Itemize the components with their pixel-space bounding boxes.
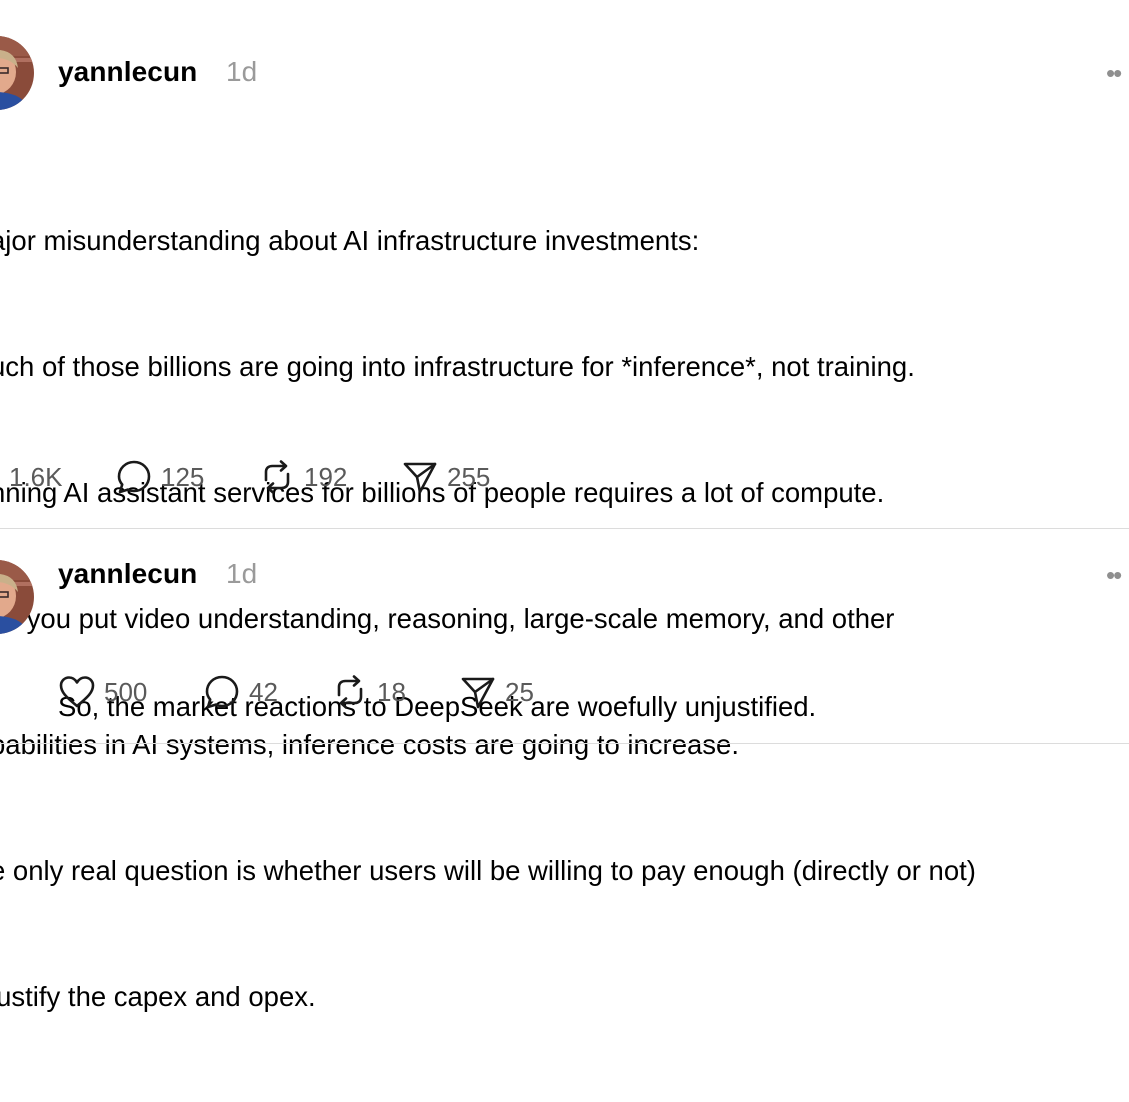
post-divider bbox=[0, 528, 1129, 529]
post-line: uch of those billions are going into inf… bbox=[0, 351, 915, 382]
username[interactable]: yannlecun bbox=[58, 56, 197, 88]
repost-arrows-icon bbox=[331, 673, 369, 711]
like-count: 500 bbox=[104, 676, 148, 707]
repost-button[interactable]: 18 bbox=[331, 672, 406, 712]
avatar-photo bbox=[0, 36, 34, 110]
repost-button[interactable]: 192 bbox=[258, 457, 347, 497]
paper-plane-icon bbox=[401, 458, 439, 496]
post-body: So, the market reactions to DeepSeek are… bbox=[58, 602, 816, 812]
repost-arrows-icon bbox=[258, 458, 296, 496]
paper-plane-icon bbox=[459, 673, 497, 711]
post-line: justify the capex and opex. bbox=[0, 981, 316, 1012]
post-line: ajor misunderstanding about AI infrastru… bbox=[0, 225, 700, 256]
reply-button[interactable]: 42 bbox=[203, 672, 278, 712]
speech-bubble-icon bbox=[115, 458, 153, 496]
more-dots-icon[interactable]: •• bbox=[1106, 58, 1122, 89]
like-count: 1.6K bbox=[9, 461, 63, 492]
repost-count: 192 bbox=[304, 461, 348, 492]
post-line: So, the market reactions to DeepSeek are… bbox=[58, 691, 817, 722]
avatar[interactable] bbox=[0, 36, 34, 110]
post-time: 1d bbox=[226, 558, 258, 589]
speech-bubble-icon bbox=[203, 673, 241, 711]
share-button[interactable]: 25 bbox=[459, 672, 534, 712]
post-line: e only real question is whether users wi… bbox=[0, 855, 976, 886]
heart-icon bbox=[58, 673, 96, 711]
username[interactable]: yannlecun bbox=[58, 558, 197, 590]
repost-count: 18 bbox=[377, 676, 406, 707]
like-button[interactable]: 1.6K bbox=[0, 457, 63, 497]
more-dots-icon[interactable]: •• bbox=[1106, 560, 1122, 591]
reply-button[interactable]: 125 bbox=[115, 457, 204, 497]
share-count: 255 bbox=[447, 461, 491, 492]
post-divider bbox=[0, 743, 1129, 744]
reply-count: 42 bbox=[249, 676, 278, 707]
share-count: 25 bbox=[505, 676, 534, 707]
like-button[interactable]: 500 bbox=[58, 672, 147, 712]
reply-count: 125 bbox=[161, 461, 205, 492]
share-button[interactable]: 255 bbox=[401, 457, 490, 497]
post-time: 1d bbox=[226, 56, 258, 87]
